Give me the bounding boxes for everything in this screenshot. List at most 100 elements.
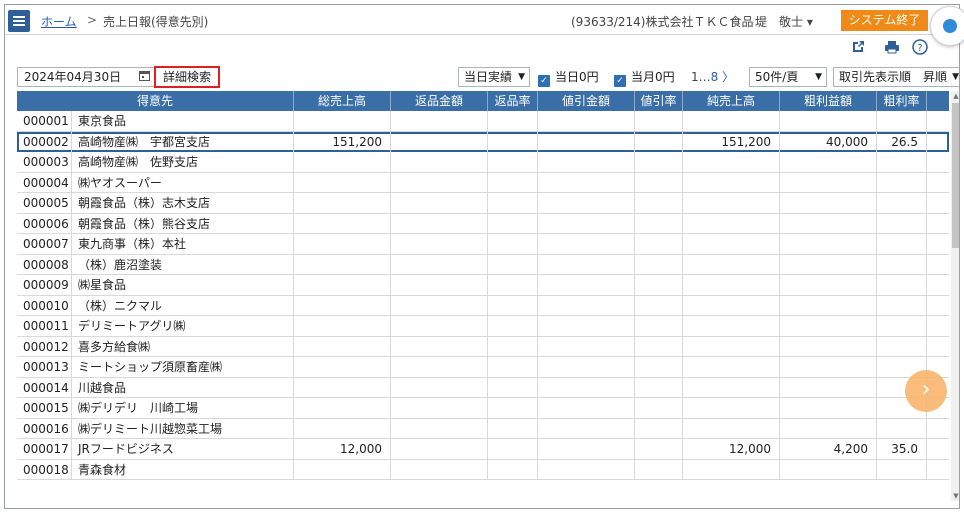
gross-rate-cell (877, 111, 927, 131)
ret-amt-cell (391, 254, 488, 275)
page-first[interactable]: 1 (691, 70, 699, 84)
gross-cell (780, 172, 877, 193)
date-value: 2024年04月30日 (24, 70, 122, 84)
ret-rate-cell (488, 439, 538, 459)
disc-rate-cell (635, 295, 683, 316)
net-cell: 151,200 (683, 131, 780, 152)
table-row[interactable]: 000014 川越食品 (17, 377, 949, 398)
customer-name-cell: 高崎物産㈱ 佐野支店 (72, 152, 294, 172)
table-row[interactable]: 000003 高崎物産㈱ 佐野支店 (17, 152, 949, 173)
vertical-scrollbar[interactable]: ▲ ▼ (951, 91, 959, 501)
chevron-down-icon: ▼ (952, 72, 959, 82)
breadcrumb-home-link[interactable]: ホーム (41, 13, 77, 30)
col-net-sales[interactable]: 純売上高 (683, 91, 780, 111)
sort-select[interactable]: 取引先表示順 昇順 ▼ (833, 67, 959, 87)
sales-table: 得意先 総売上高 返品金額 返品率 値引金額 値引率 純売上高 粗利益額 粗利率… (17, 91, 949, 501)
help-icon[interactable]: ? (911, 39, 929, 57)
page-last[interactable]: 8 (711, 70, 719, 84)
page-title: 売上日報(得意先別) (103, 15, 209, 29)
table-row[interactable]: 000018 青森食材 (17, 459, 949, 480)
customer-code-cell: 000007 (17, 234, 72, 254)
mode-select[interactable]: 当日実績 ▼ (458, 67, 530, 87)
customer-name-cell: 朝霞食品（株）志木支店 (72, 193, 294, 213)
col-customer[interactable]: 得意先 (17, 91, 294, 111)
system-exit-button[interactable]: システム終了 (841, 10, 928, 31)
disc-amt-cell (538, 377, 635, 398)
table-row[interactable]: 000009 ㈱星食品 (17, 275, 949, 296)
customer-code-cell: 000017 (17, 439, 72, 459)
col-total-sales[interactable]: 総売上高 (294, 91, 391, 111)
table-row[interactable]: 000013 ミートショップ須原畜産㈱ (17, 357, 949, 378)
total-cell: 12,000 (294, 439, 391, 459)
gross-rate-cell (877, 152, 927, 172)
assistant-avatar[interactable] (930, 6, 964, 46)
date-field[interactable]: 2024年04月30日 (17, 67, 157, 87)
net-cell (683, 316, 780, 336)
customer-name-cell: 東九商事（株）本社 (72, 234, 294, 254)
col-return-rate[interactable]: 返品率 (488, 91, 538, 111)
ret-amt-cell (391, 316, 488, 336)
detail-search-button[interactable]: 詳細検索 (154, 66, 220, 88)
table-row[interactable]: 000015 ㈱デリデリ 川崎工場 (17, 398, 949, 419)
total-cell (294, 111, 391, 131)
print-icon[interactable] (883, 39, 901, 57)
gross-cell (780, 316, 877, 336)
table-row[interactable]: 000010 （株）ニクマル (17, 295, 949, 316)
customer-code-cell: 000005 (17, 193, 72, 213)
next-page-fab[interactable]: › (905, 370, 947, 412)
customer-code-cell: 000002 (17, 131, 72, 152)
table-row[interactable]: 000006 朝霞食品（株）熊谷支店 (17, 213, 949, 234)
col-gross-profit[interactable]: 粗利益額 (780, 91, 877, 111)
menu-icon[interactable] (8, 10, 30, 32)
total-cell (294, 459, 391, 480)
disc-rate-cell (635, 131, 683, 152)
per-page-select[interactable]: 50件/頁 ▼ (749, 67, 827, 87)
disc-rate-cell (635, 418, 683, 439)
table-row[interactable]: 000001 東京食品 (17, 111, 949, 132)
chevron-down-icon: ▼ (518, 72, 525, 82)
external-link-icon[interactable] (849, 39, 867, 57)
gross-cell (780, 275, 877, 295)
table-row[interactable]: 000007 東九商事（株）本社 (17, 234, 949, 255)
disc-amt-cell (538, 418, 635, 439)
user-menu[interactable]: 堤 敬士 ▾ (755, 13, 813, 30)
ret-rate-cell (488, 193, 538, 213)
table-row[interactable]: 000011 デリミートアグリ㈱ (17, 316, 949, 337)
ret-rate-cell (488, 234, 538, 254)
total-cell (294, 316, 391, 336)
customer-code-cell: 000008 (17, 254, 72, 275)
table-row[interactable]: 000005 朝霞食品（株）志木支店 (17, 193, 949, 214)
gross-cell (780, 418, 877, 439)
table-row[interactable]: 000008 （株）鹿沼塗装 (17, 254, 949, 275)
gross-rate-cell (877, 172, 927, 193)
table-row[interactable]: 000016 ㈱デリミート川越惣菜工場 (17, 418, 949, 439)
ret-rate-cell (488, 172, 538, 193)
total-cell (294, 213, 391, 234)
today-zero-checkbox[interactable]: ✓ 当日0円 (538, 68, 599, 87)
customer-code-cell: 000018 (17, 459, 72, 480)
col-discount-amount[interactable]: 値引金額 (538, 91, 635, 111)
scroll-up-icon[interactable]: ▲ (951, 91, 959, 101)
col-discount-rate[interactable]: 値引率 (635, 91, 683, 111)
gross-rate-cell (877, 275, 927, 295)
ret-amt-cell (391, 152, 488, 172)
customer-code-cell: 000003 (17, 152, 72, 172)
customer-code-cell: 000006 (17, 213, 72, 234)
month-zero-checkbox[interactable]: ✓ 当月0円 (614, 68, 675, 87)
gross-cell (780, 234, 877, 254)
scroll-down-icon[interactable]: ▼ (951, 491, 959, 501)
customer-name-cell: ㈱デリミート川越惣菜工場 (72, 418, 294, 439)
ret-rate-cell (488, 131, 538, 152)
table-row[interactable]: 000004 ㈱ヤオスーパー (17, 172, 949, 193)
calendar-icon[interactable] (139, 69, 150, 87)
table-row[interactable]: 000002 高崎物産㈱ 宇都宮支店 151,200 151,200 40,000 26.… (17, 131, 949, 152)
col-gross-rate[interactable]: 粗利率 (877, 91, 927, 111)
chevron-right-icon[interactable]: 〉 (722, 70, 734, 84)
sort-value: 取引先表示順 (839, 70, 912, 84)
table-row[interactable]: 000017 JRフードビジネス 12,000 12,000 4,200 35.0 (17, 439, 949, 460)
col-return-amount[interactable]: 返品金額 (391, 91, 488, 111)
customer-name-cell: ㈱デリデリ 川崎工場 (72, 398, 294, 418)
customer-code-cell: 000004 (17, 172, 72, 193)
scroll-thumb[interactable] (952, 103, 959, 248)
table-row[interactable]: 000012 喜多方給食㈱ (17, 336, 949, 357)
